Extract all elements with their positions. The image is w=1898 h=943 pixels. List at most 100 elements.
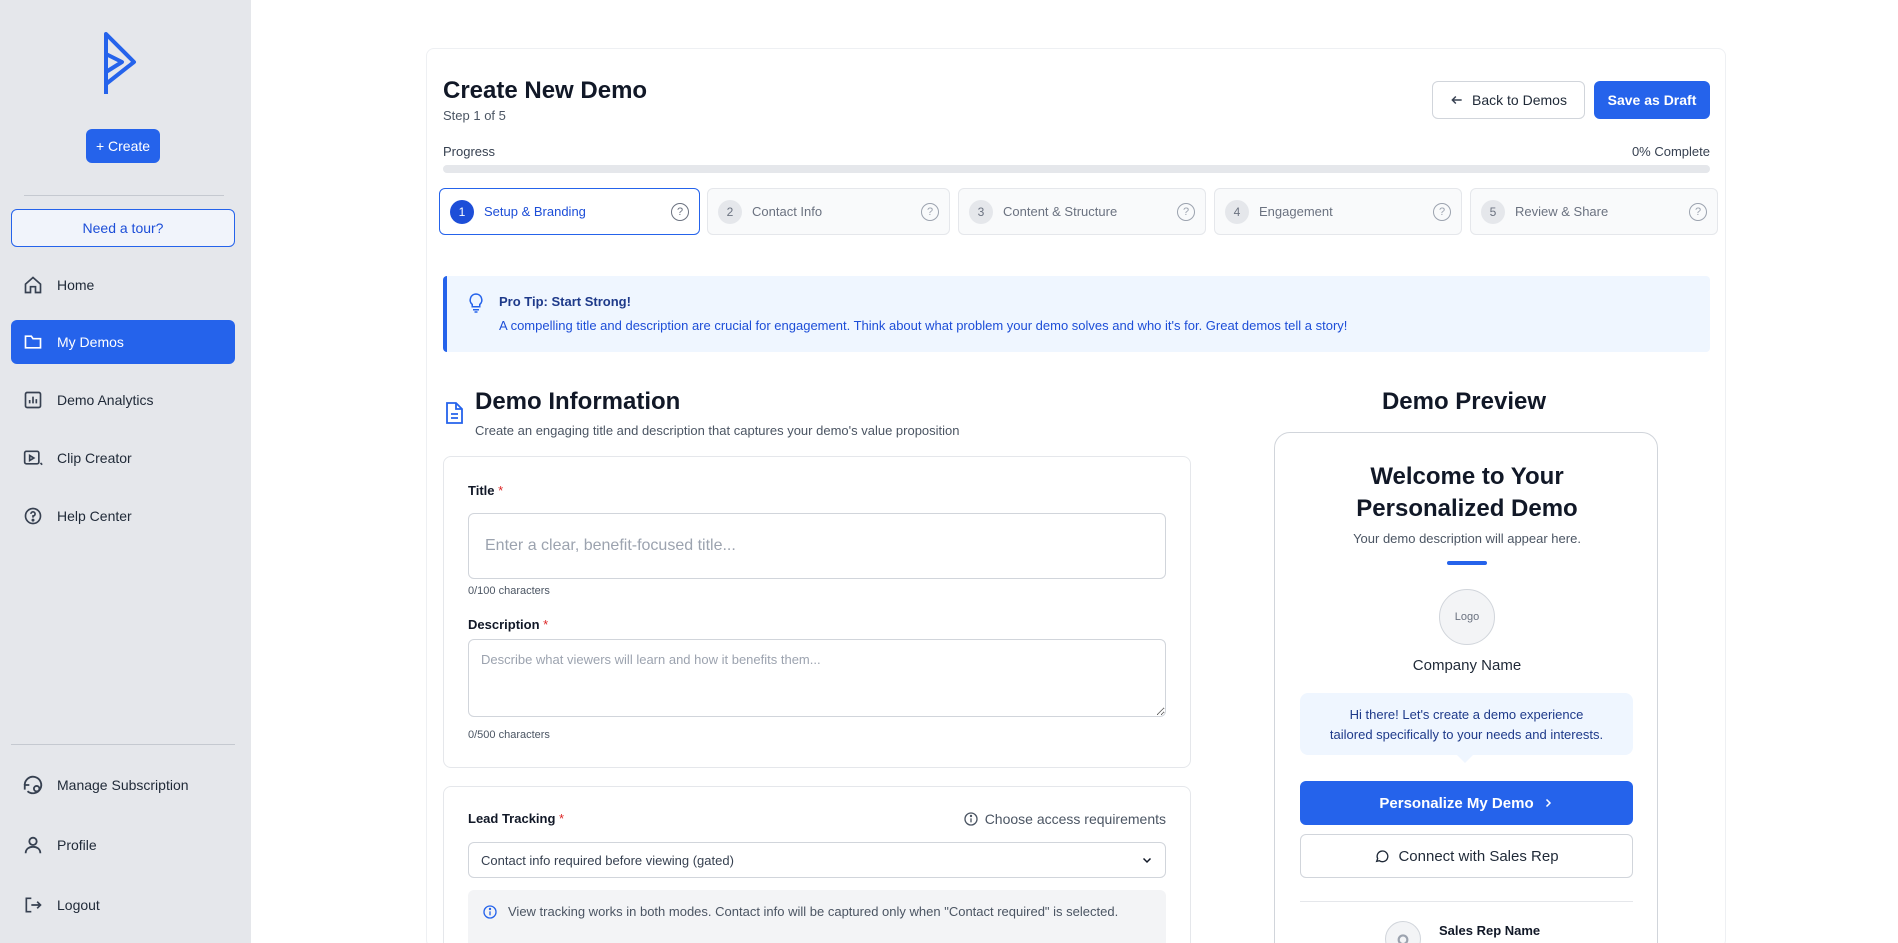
step-label: Engagement [1259, 204, 1333, 219]
connect-with-sales-rep-button[interactable]: Connect with Sales Rep [1300, 834, 1633, 878]
need-tour-button[interactable]: Need a tour? [11, 209, 235, 247]
step-number: 3 [969, 199, 993, 224]
step-label: Content & Structure [1003, 204, 1118, 219]
step-indicator: Step 1 of 5 [443, 108, 506, 123]
question-circle-icon[interactable]: ? [1177, 202, 1195, 221]
pro-tip-title: Pro Tip: Start Strong! [499, 294, 631, 309]
sidebar-item-label: Demo Analytics [57, 392, 154, 408]
sidebar: + Create Need a tour? Home My Demos Demo… [0, 0, 251, 943]
step-tab-setup-branding[interactable]: 1 Setup & Branding ? [439, 188, 700, 235]
step-label: Setup & Branding [484, 204, 586, 219]
personalize-my-demo-button[interactable]: Personalize My Demo [1300, 781, 1633, 825]
demo-information-subtitle: Create an engaging title and description… [475, 423, 960, 438]
pro-tip-banner: Pro Tip: Start Strong! A compelling titl… [443, 276, 1710, 352]
progress-bar [443, 165, 1710, 173]
sidebar-item-label: Logout [57, 897, 100, 913]
sidebar-divider [24, 195, 224, 196]
company-logo-placeholder: Logo [1439, 589, 1495, 645]
create-button[interactable]: + Create [86, 129, 160, 163]
lead-tracking-section: Lead Tracking * Choose access requiremen… [443, 786, 1191, 943]
title-input[interactable] [468, 513, 1166, 579]
sidebar-item-logout[interactable]: Logout [11, 883, 235, 927]
chat-bubble: Hi there! Let's create a demo experience… [1300, 693, 1633, 755]
lead-tracking-note: View tracking works in both modes. Conta… [468, 890, 1166, 943]
step-number: 1 [450, 199, 474, 224]
title-char-counter: 0/100 characters [468, 585, 550, 597]
title-label: Title * [468, 483, 504, 498]
description-char-counter: 0/500 characters [468, 729, 550, 741]
home-icon [21, 273, 45, 297]
info-icon [964, 812, 978, 826]
help-icon [21, 504, 45, 528]
lightbulb-icon [469, 293, 483, 313]
sales-rep-avatar [1385, 921, 1421, 943]
question-circle-icon[interactable]: ? [671, 202, 689, 221]
personalize-label: Personalize My Demo [1379, 794, 1534, 812]
save-as-draft-button[interactable]: Save as Draft [1594, 81, 1710, 119]
lead-tracking-label: Lead Tracking * [468, 811, 565, 826]
sidebar-item-demo-analytics[interactable]: Demo Analytics [11, 378, 235, 422]
sidebar-item-label: Home [57, 277, 95, 293]
progress-label: Progress [443, 144, 496, 159]
progress-percent: 0% Complete [1631, 144, 1710, 159]
step-number: 2 [718, 199, 742, 224]
step-label: Review & Share [1515, 204, 1609, 219]
lead-tracking-select[interactable]: Contact info required before viewing (ga… [468, 842, 1166, 878]
back-to-demos-label: Back to Demos [1472, 92, 1567, 108]
question-circle-icon[interactable]: ? [1433, 202, 1451, 221]
question-circle-icon[interactable]: ? [921, 202, 939, 221]
sales-rep-name: Sales Rep Name [1439, 923, 1541, 938]
page-title: Create New Demo [443, 77, 648, 104]
folder-icon [21, 330, 45, 354]
step-tab-engagement[interactable]: 4 Engagement ? [1214, 188, 1462, 235]
chat-icon [1376, 850, 1389, 863]
sidebar-item-home[interactable]: Home [11, 263, 235, 307]
sidebar-item-label: Clip Creator [57, 450, 132, 466]
document-icon [446, 402, 463, 424]
arrow-left-icon [1451, 95, 1462, 105]
description-textarea[interactable] [468, 639, 1166, 717]
sidebar-item-label: Manage Subscription [57, 777, 189, 793]
chat-bubble-tail [1457, 755, 1473, 763]
sidebar-item-label: Help Center [57, 508, 132, 524]
info-icon [483, 905, 497, 919]
demo-preview-frame: Welcome to Your Personalized Demo Your d… [1274, 432, 1658, 943]
company-name: Company Name [1412, 657, 1522, 674]
lead-tracking-hint: Choose access requirements [963, 811, 1166, 827]
preview-divider [1300, 901, 1633, 902]
sidebar-divider [11, 744, 235, 745]
lead-tracking-selected-value: Contact info required before viewing (ga… [481, 852, 734, 868]
step-number: 4 [1225, 199, 1249, 224]
demo-information-form: Title * 0/100 characters Description * 0… [443, 456, 1191, 768]
demo-information-heading: Demo Information [475, 388, 681, 415]
step-tab-contact-info[interactable]: 2 Contact Info ? [707, 188, 950, 235]
pro-tip-text: A compelling title and description are c… [499, 318, 1348, 333]
sidebar-item-label: My Demos [57, 334, 124, 350]
user-icon [1397, 934, 1409, 943]
step-number: 5 [1481, 199, 1505, 224]
description-label: Description * [468, 617, 549, 632]
subscription-icon [21, 773, 45, 797]
preview-accent-bar [1447, 561, 1487, 565]
sidebar-item-manage-subscription[interactable]: Manage Subscription [11, 763, 235, 807]
sidebar-item-my-demos[interactable]: My Demos [11, 320, 235, 364]
video-icon [21, 446, 45, 470]
question-circle-icon[interactable]: ? [1689, 202, 1707, 221]
sidebar-item-help-center[interactable]: Help Center [11, 494, 235, 538]
preview-description: Your demo description will appear here. [1353, 531, 1581, 546]
back-to-demos-button[interactable]: Back to Demos [1432, 81, 1585, 119]
preview-welcome-title: Welcome to Your Personalized Demo [1356, 463, 1578, 522]
user-icon [21, 833, 45, 857]
chart-icon [21, 388, 45, 412]
step-tab-review-share[interactable]: 5 Review & Share ? [1470, 188, 1718, 235]
sidebar-item-label: Profile [57, 837, 97, 853]
logout-icon [21, 893, 45, 917]
sidebar-item-profile[interactable]: Profile [11, 823, 235, 867]
step-label: Contact Info [752, 204, 823, 219]
brand-logo-icon[interactable] [102, 32, 138, 96]
step-tab-content-structure[interactable]: 3 Content & Structure ? [958, 188, 1206, 235]
chevron-down-icon [1142, 857, 1152, 864]
connect-label: Connect with Sales Rep [1398, 847, 1559, 865]
demo-preview-heading: Demo Preview [1381, 388, 1547, 415]
sidebar-item-clip-creator[interactable]: Clip Creator [11, 436, 235, 480]
